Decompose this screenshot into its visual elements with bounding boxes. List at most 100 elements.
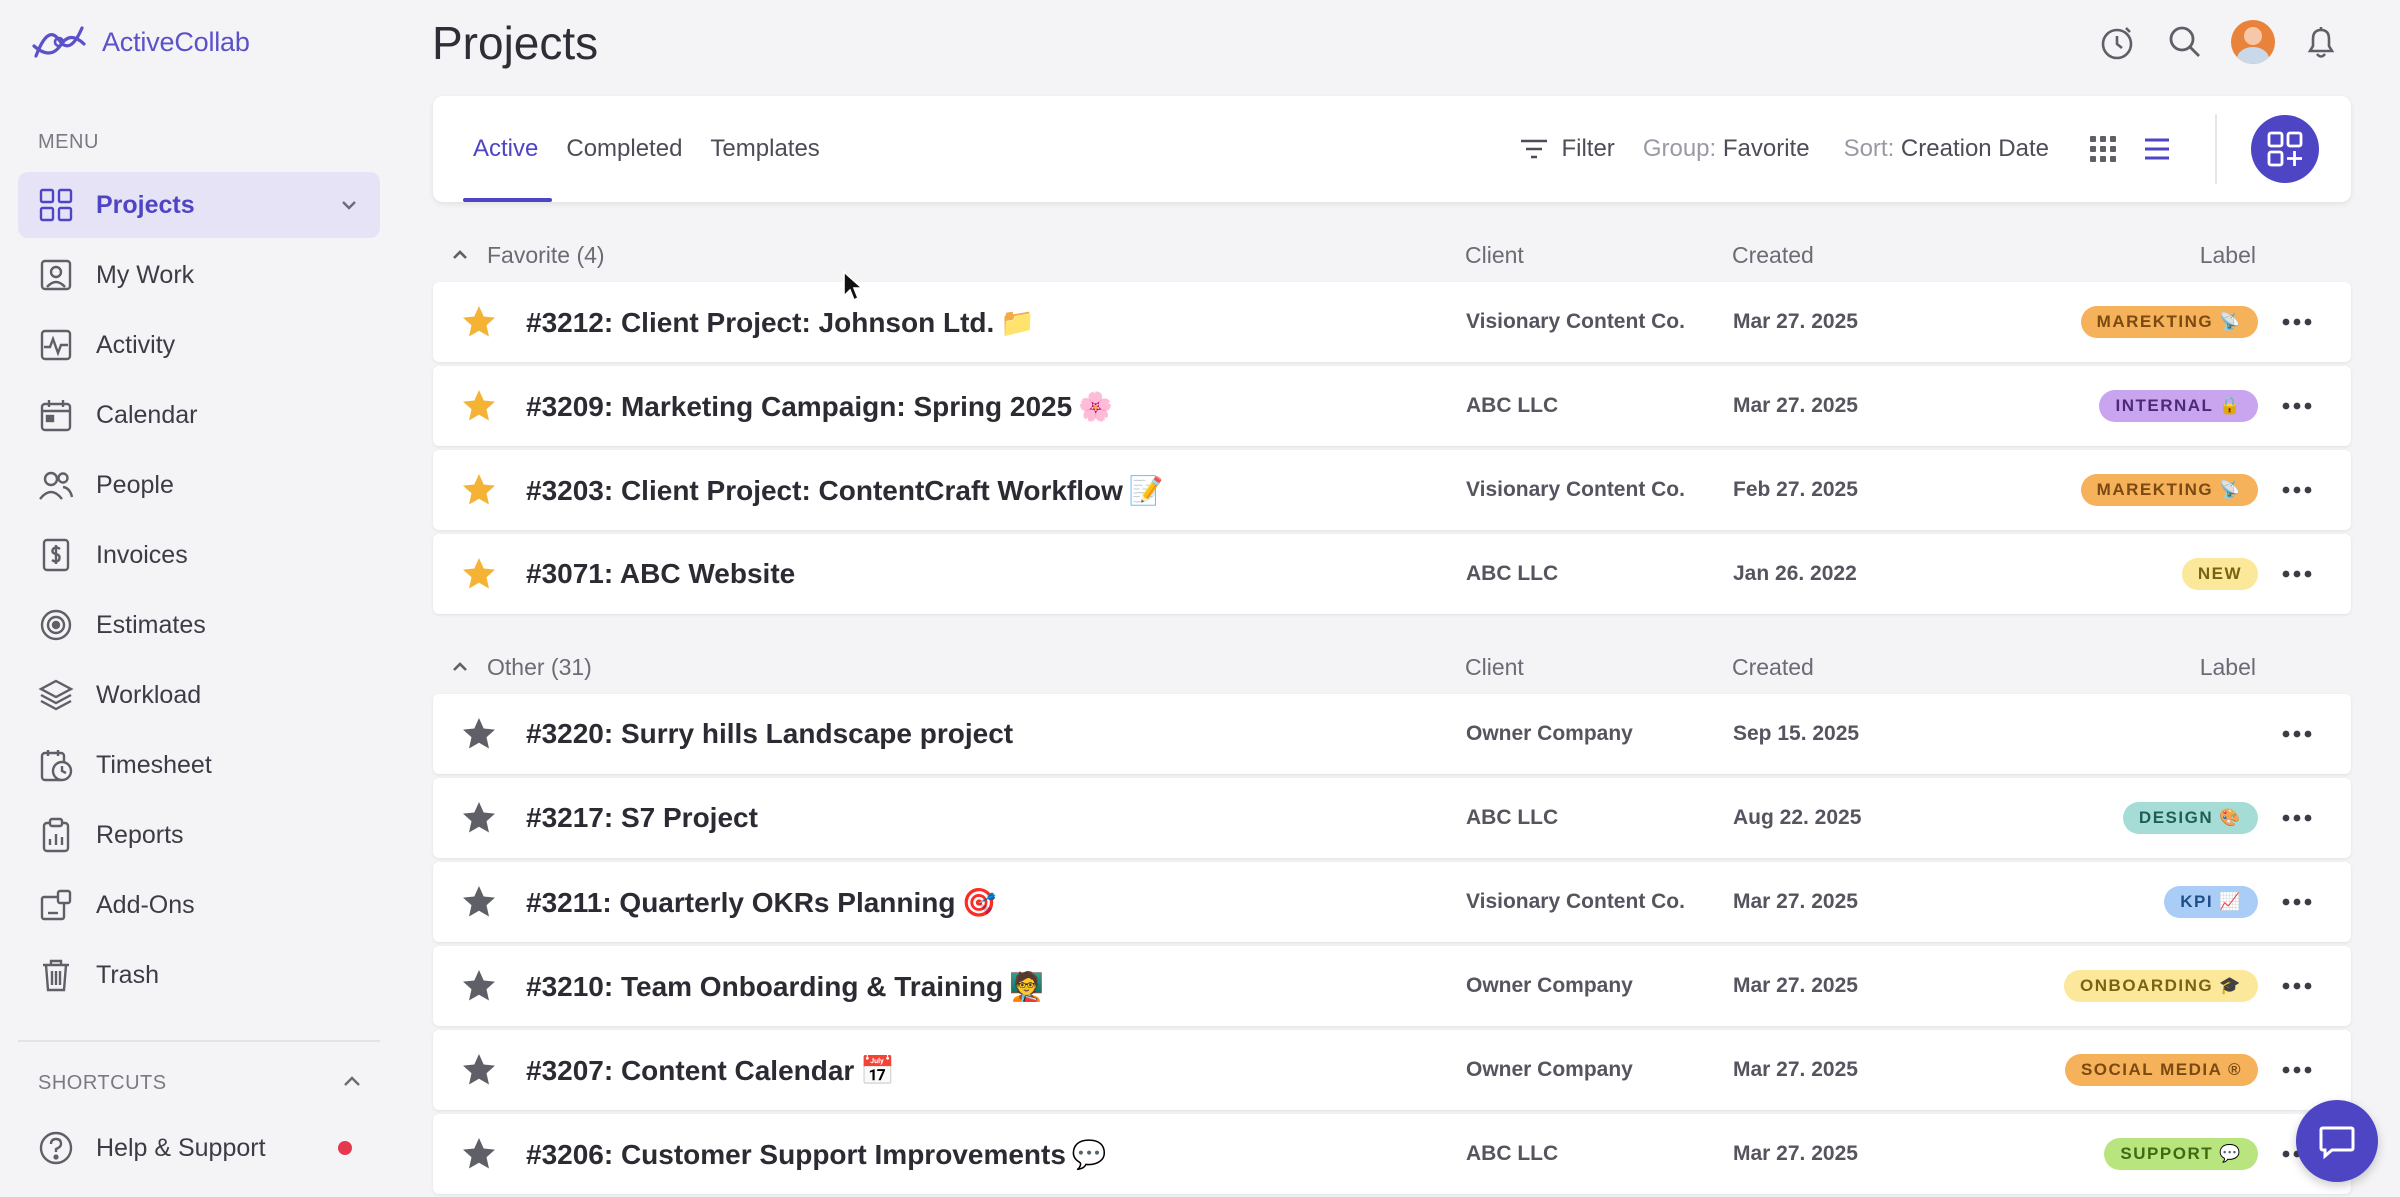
project-name[interactable]: #3206: Customer Support Improvements 💬 (526, 1138, 1107, 1171)
sidebar-item-people[interactable]: People (18, 452, 380, 518)
project-name[interactable]: #3209: Marketing Campaign: Spring 2025 🌸 (526, 390, 1113, 423)
project-label-badge[interactable]: SUPPORT 💬 (2104, 1138, 2258, 1170)
chevron-up-icon (453, 250, 467, 259)
column-header-created[interactable]: Created (1732, 242, 1814, 269)
project-row[interactable]: #3220: Surry hills Landscape project Owne… (433, 694, 2351, 774)
sidebar-item-invoices[interactable]: Invoices (18, 522, 380, 588)
project-name[interactable]: #3071: ABC Website (526, 558, 795, 590)
group-selector[interactable]: Group: Favorite (1643, 135, 1810, 163)
column-header-label[interactable]: Label (2200, 654, 2256, 681)
star-filled-icon[interactable] (461, 556, 497, 592)
more-options-button[interactable] (2280, 557, 2314, 591)
project-row[interactable]: #3212: Client Project: Johnson Ltd. 📁 Visi… (433, 282, 2351, 362)
ellipsis-icon (2282, 486, 2312, 494)
star-filled-icon[interactable] (461, 472, 497, 508)
project-name[interactable]: #3220: Surry hills Landscape project (526, 718, 1013, 750)
project-emoji: 🎯 (961, 886, 997, 918)
filter-button[interactable]: Filter (1517, 132, 1615, 166)
project-name[interactable]: #3212: Client Project: Johnson Ltd. 📁 (526, 306, 1035, 339)
project-name[interactable]: #3217: S7 Project (526, 802, 758, 834)
project-name[interactable]: #3211: Quarterly OKRs Planning 🎯 (526, 886, 996, 919)
project-label-badge[interactable]: NEW (2181, 558, 2258, 590)
project-row[interactable]: #3207: Content Calendar 📅 Owner Company Mar… (433, 1030, 2351, 1110)
chevron-up-icon[interactable] (340, 1070, 364, 1094)
star-icon[interactable] (461, 968, 497, 1004)
project-row[interactable]: #3206: Customer Support Improvements 💬 ABC… (433, 1114, 2351, 1194)
more-options-button[interactable] (2280, 389, 2314, 423)
chat-bubble-icon (2319, 1126, 2355, 1160)
projects-toolbar: Active Completed Templates Filter Group:… (433, 96, 2351, 202)
project-row[interactable]: #3071: ABC Website ABC LLC Jan 26. 2022 NEW (433, 534, 2351, 614)
star-icon[interactable] (461, 800, 497, 836)
tab-active[interactable]: Active (462, 96, 553, 202)
project-label-badge[interactable]: INTERNAL 🔒 (2099, 390, 2258, 422)
app-logo[interactable]: ActiveCollab (30, 20, 250, 64)
list-view-icon[interactable] (2137, 129, 2177, 169)
chevron-up-icon (453, 662, 467, 671)
star-icon[interactable] (461, 884, 497, 920)
sort-key: Sort: (1843, 135, 1895, 162)
chat-support-button[interactable] (2296, 1100, 2378, 1182)
sidebar-item-calendar[interactable]: Calendar (18, 382, 380, 448)
sidebar-item-timesheet[interactable]: Timesheet (18, 732, 380, 798)
project-row[interactable]: #3209: Marketing Campaign: Spring 2025 🌸 A… (433, 366, 2351, 446)
sidebar-item-activity[interactable]: Activity (18, 312, 380, 378)
project-row[interactable]: #3211: Quarterly OKRs Planning 🎯 Visionary… (433, 862, 2351, 942)
more-options-button[interactable] (2280, 885, 2314, 919)
bell-icon[interactable] (2299, 20, 2343, 64)
project-label-badge[interactable]: SOCIAL MEDIA ® (2064, 1054, 2258, 1086)
project-row[interactable]: #3210: Team Onboarding & Training 🧑‍🏫 Owne… (433, 946, 2351, 1026)
grid-view-icon[interactable] (2083, 129, 2123, 169)
project-label-badge[interactable]: KPI 📈 (2164, 886, 2258, 918)
column-header-client[interactable]: Client (1465, 654, 1524, 681)
ellipsis-icon (2282, 814, 2312, 822)
project-label-badge[interactable]: ONBOARDING 🎓 (2064, 970, 2258, 1002)
star-filled-icon[interactable] (461, 388, 497, 424)
project-client: ABC LLC (1466, 806, 1559, 829)
star-icon[interactable] (461, 716, 497, 752)
sidebar-item-my-work[interactable]: My Work (18, 242, 380, 308)
search-icon[interactable] (2163, 20, 2207, 64)
more-options-button[interactable] (2280, 305, 2314, 339)
sidebar-item-trash[interactable]: Trash (18, 942, 380, 1008)
project-name[interactable]: #3210: Team Onboarding & Training 🧑‍🏫 (526, 970, 1044, 1003)
people-icon (38, 467, 74, 503)
more-options-button[interactable] (2280, 473, 2314, 507)
add-project-button[interactable] (2251, 115, 2319, 183)
project-label-badge[interactable]: MAREKTING 📡 (2080, 474, 2258, 506)
avatar[interactable] (2231, 20, 2275, 64)
project-row[interactable]: #3203: Client Project: ContentCraft Work… (433, 450, 2351, 530)
star-icon[interactable] (461, 1052, 497, 1088)
favorite-projects-list: #3212: Client Project: Johnson Ltd. 📁 Visi… (433, 282, 2351, 618)
group-toggle[interactable]: Favorite (4) (433, 242, 605, 269)
more-options-button[interactable] (2280, 1053, 2314, 1087)
star-filled-icon[interactable] (461, 304, 497, 340)
calendar-icon (38, 397, 74, 433)
project-name[interactable]: #3207: Content Calendar 📅 (526, 1054, 895, 1087)
sidebar-item-workload[interactable]: Workload (18, 662, 380, 728)
sidebar-item-add-ons[interactable]: Add-Ons (18, 872, 380, 938)
activity-icon (38, 327, 74, 363)
group-toggle[interactable]: Other (31) (433, 654, 592, 681)
project-name[interactable]: #3203: Client Project: ContentCraft Work… (526, 474, 1164, 507)
column-header-client[interactable]: Client (1465, 242, 1524, 269)
more-options-button[interactable] (2280, 801, 2314, 835)
chevron-down-icon[interactable] (338, 194, 360, 216)
help-support-link[interactable]: Help & Support (38, 1128, 266, 1168)
project-row[interactable]: #3217: S7 Project ABC LLC Aug 22. 2025 DESI… (433, 778, 2351, 858)
tab-completed[interactable]: Completed (566, 96, 682, 202)
column-header-created[interactable]: Created (1732, 654, 1814, 681)
project-label-badge[interactable]: MAREKTING 📡 (2080, 306, 2258, 338)
sidebar-item-estimates[interactable]: Estimates (18, 592, 380, 658)
stopwatch-icon[interactable] (2095, 20, 2139, 64)
sidebar-item-projects[interactable]: Projects (18, 172, 380, 238)
top-bar-actions (2095, 20, 2343, 64)
more-options-button[interactable] (2280, 717, 2314, 751)
sidebar-item-reports[interactable]: Reports (18, 802, 380, 868)
more-options-button[interactable] (2280, 969, 2314, 1003)
project-label-badge[interactable]: DESIGN 🎨 (2122, 802, 2258, 834)
sort-selector[interactable]: Sort: Creation Date (1844, 135, 2049, 163)
tab-templates[interactable]: Templates (710, 96, 819, 202)
column-header-label[interactable]: Label (2200, 242, 2256, 269)
star-icon[interactable] (461, 1136, 497, 1172)
